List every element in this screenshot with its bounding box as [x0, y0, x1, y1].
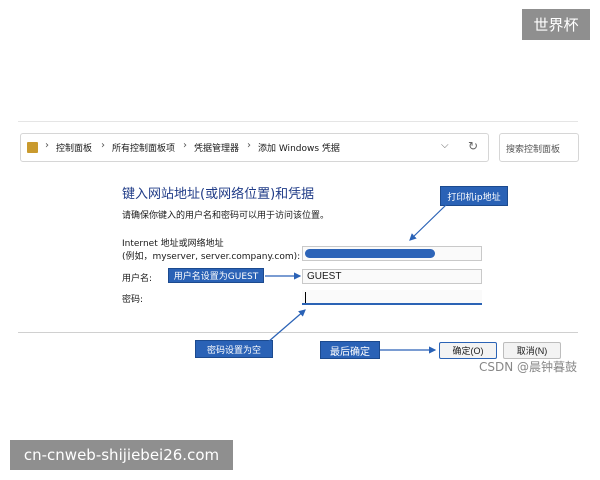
ok-button[interactable]: 确定(O): [439, 342, 497, 359]
cancel-button[interactable]: 取消(N): [503, 342, 561, 359]
arrow-to-password: [267, 309, 306, 343]
annotation-arrows: [265, 203, 448, 354]
arrow-to-address: [409, 203, 448, 241]
